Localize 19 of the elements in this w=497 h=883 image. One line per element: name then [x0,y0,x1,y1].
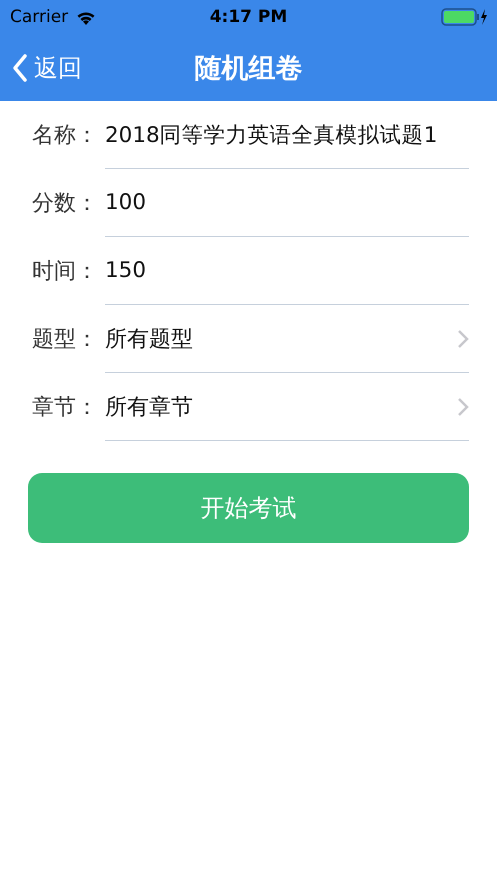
status-time: 4:17 PM [210,7,288,27]
field-label: 名称： [32,122,99,150]
page-title: 随机组卷 [194,52,302,86]
battery-icon [441,8,487,26]
carrier-label: Carrier [10,7,68,27]
input-field[interactable]: 100 [105,190,469,215]
field-label: 时间： [32,258,99,286]
select-field[interactable]: 所有题型 [105,305,469,373]
field-label: 题型： [32,326,99,354]
field-label: 章节： [32,394,99,422]
input-field[interactable]: 2018同等学力英语全真模拟试题1 [105,122,469,147]
back-chevron-icon [12,52,28,82]
select-field[interactable]: 所有章节 [105,373,469,441]
field-label: 分数： [32,190,99,218]
chevron-icon [457,328,469,348]
input-field[interactable]: 150 [105,258,469,283]
wifi-icon [76,10,96,24]
back-button[interactable]: 返回 [12,52,82,84]
chevron-icon [457,396,469,416]
